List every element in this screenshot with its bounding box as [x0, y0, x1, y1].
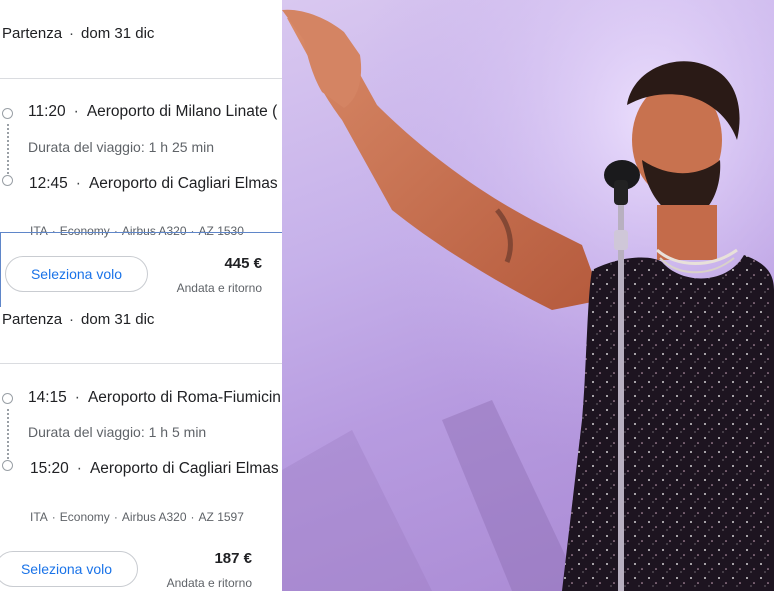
divider	[0, 78, 282, 79]
flight-results-panel: Partenza · dom 31 dic 11:20 · Aeroporto di M…	[0, 0, 282, 591]
departure-time: 11:20	[28, 103, 66, 120]
origin-circle-icon	[2, 108, 13, 119]
departure-header: Partenza · dom 31 dic	[2, 25, 155, 42]
airline: ITA	[30, 510, 48, 524]
arrival-stop: 15:20 · Aeroporto di Cagliari Elmas	[30, 460, 279, 477]
departure-airport: Aeroporto di Roma-Fiumicin	[87, 389, 281, 406]
destination-circle-icon	[2, 175, 13, 186]
price: 187 €	[214, 550, 252, 567]
select-flight-button[interactable]: Seleziona volo	[5, 256, 148, 292]
singer-concert-photo	[282, 0, 774, 591]
travel-duration: Durata del viaggio: 1 h 25 min	[28, 139, 214, 155]
departure-header: Partenza · dom 31 dic	[2, 311, 155, 328]
departure-label: Partenza	[2, 311, 63, 328]
departure-stop: 14:15 · Aeroporto di Roma-Fiumicin	[28, 389, 281, 406]
departure-time: 14:15	[28, 389, 67, 406]
trip-type: Andata e ritorno	[176, 281, 262, 295]
singer-illustration	[282, 0, 774, 591]
flight-card: Partenza · dom 31 dic 11:20 · Aeroporto di M…	[0, 0, 282, 307]
departure-date: dom 31 dic	[81, 25, 155, 42]
arrival-time: 15:20	[30, 460, 69, 477]
trip-type: Andata e ritorno	[166, 576, 252, 590]
arrival-airport: Aeroporto di Cagliari Elmas	[88, 175, 278, 192]
departure-date: dom 31 dic	[81, 311, 155, 328]
origin-circle-icon	[2, 393, 13, 404]
aircraft: Airbus A320	[121, 510, 187, 524]
departure-label: Partenza	[2, 25, 63, 42]
select-flight-button[interactable]: Seleziona volo	[0, 551, 138, 587]
destination-circle-icon	[2, 460, 13, 471]
arrival-airport: Aeroporto di Cagliari Elmas	[89, 460, 279, 477]
flight-details: ITA · Economy · Airbus A320 · AZ 1597	[30, 510, 244, 524]
departure-airport: Aeroporto di Milano Linate (	[86, 103, 278, 120]
arrival-time: 12:45	[29, 175, 68, 192]
route-dotted-line	[7, 409, 9, 459]
arrival-stop: 12:45 · Aeroporto di Cagliari Elmas	[29, 175, 278, 192]
flight-card: Partenza · dom 31 dic 14:15 · Aeroporto di R…	[0, 307, 282, 591]
departure-stop: 11:20 · Aeroporto di Milano Linate (	[28, 103, 278, 120]
divider	[0, 363, 282, 364]
flight-number: AZ 1597	[198, 510, 244, 524]
travel-duration: Durata del viaggio: 1 h 5 min	[28, 424, 207, 440]
cabin-class: Economy	[59, 510, 110, 524]
route-dotted-line	[7, 124, 9, 174]
price: 445 €	[224, 255, 262, 272]
